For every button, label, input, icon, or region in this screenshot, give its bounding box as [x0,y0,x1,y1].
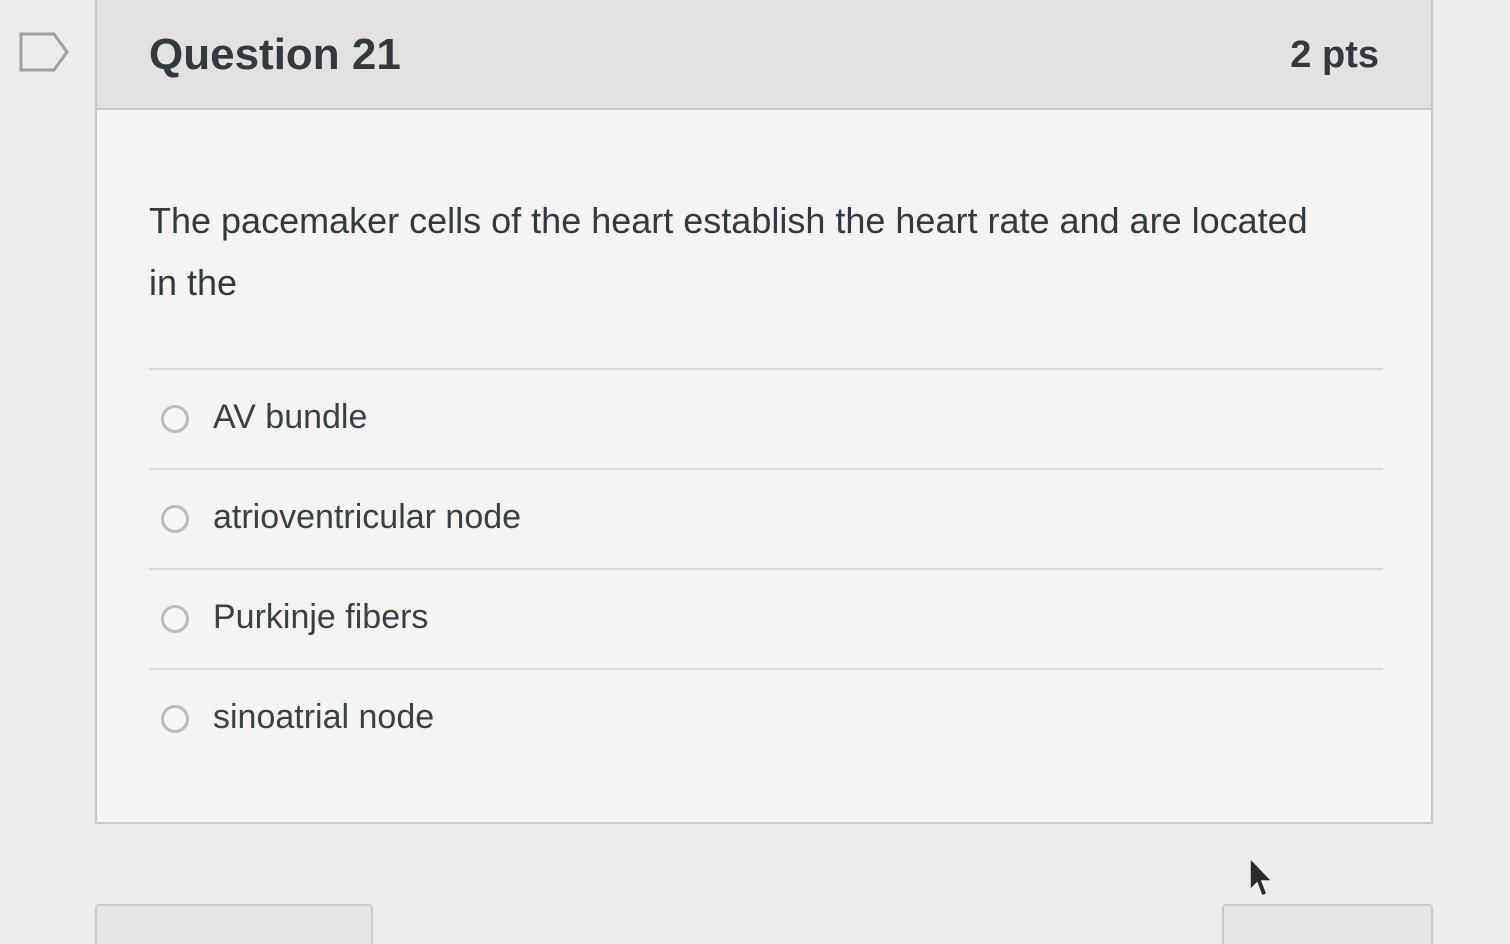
flag-question-icon[interactable] [18,30,70,74]
question-header: Question 21 2 pts [97,0,1431,110]
answer-label[interactable]: sinoatrial node [213,698,434,737]
answer-option[interactable]: atrioventricular node [149,468,1383,568]
radio-button[interactable] [161,405,189,433]
radio-button[interactable] [161,505,189,533]
radio-button[interactable] [161,705,189,733]
answer-label[interactable]: atrioventricular node [213,498,521,537]
mouse-pointer-icon [1249,856,1274,897]
quiz-page: Question 21 2 pts The pacemaker cells of… [0,0,1510,944]
answer-option[interactable]: AV bundle [149,368,1383,468]
answer-label[interactable]: Purkinje fibers [213,598,428,637]
radio-button[interactable] [161,605,189,633]
answer-list: AV bundle atrioventricular node Purkinje… [149,368,1383,768]
question-card: Question 21 2 pts The pacemaker cells of… [95,0,1433,824]
question-points: 2 pts [1290,34,1379,76]
question-title: Question 21 [149,30,401,79]
answer-option[interactable]: sinoatrial node [149,668,1383,768]
answer-option[interactable]: Purkinje fibers [149,568,1383,668]
answer-label[interactable]: AV bundle [213,398,367,437]
previous-button[interactable] [95,904,373,944]
next-button[interactable] [1222,904,1433,944]
question-text: The pacemaker cells of the heart establi… [149,200,1308,303]
